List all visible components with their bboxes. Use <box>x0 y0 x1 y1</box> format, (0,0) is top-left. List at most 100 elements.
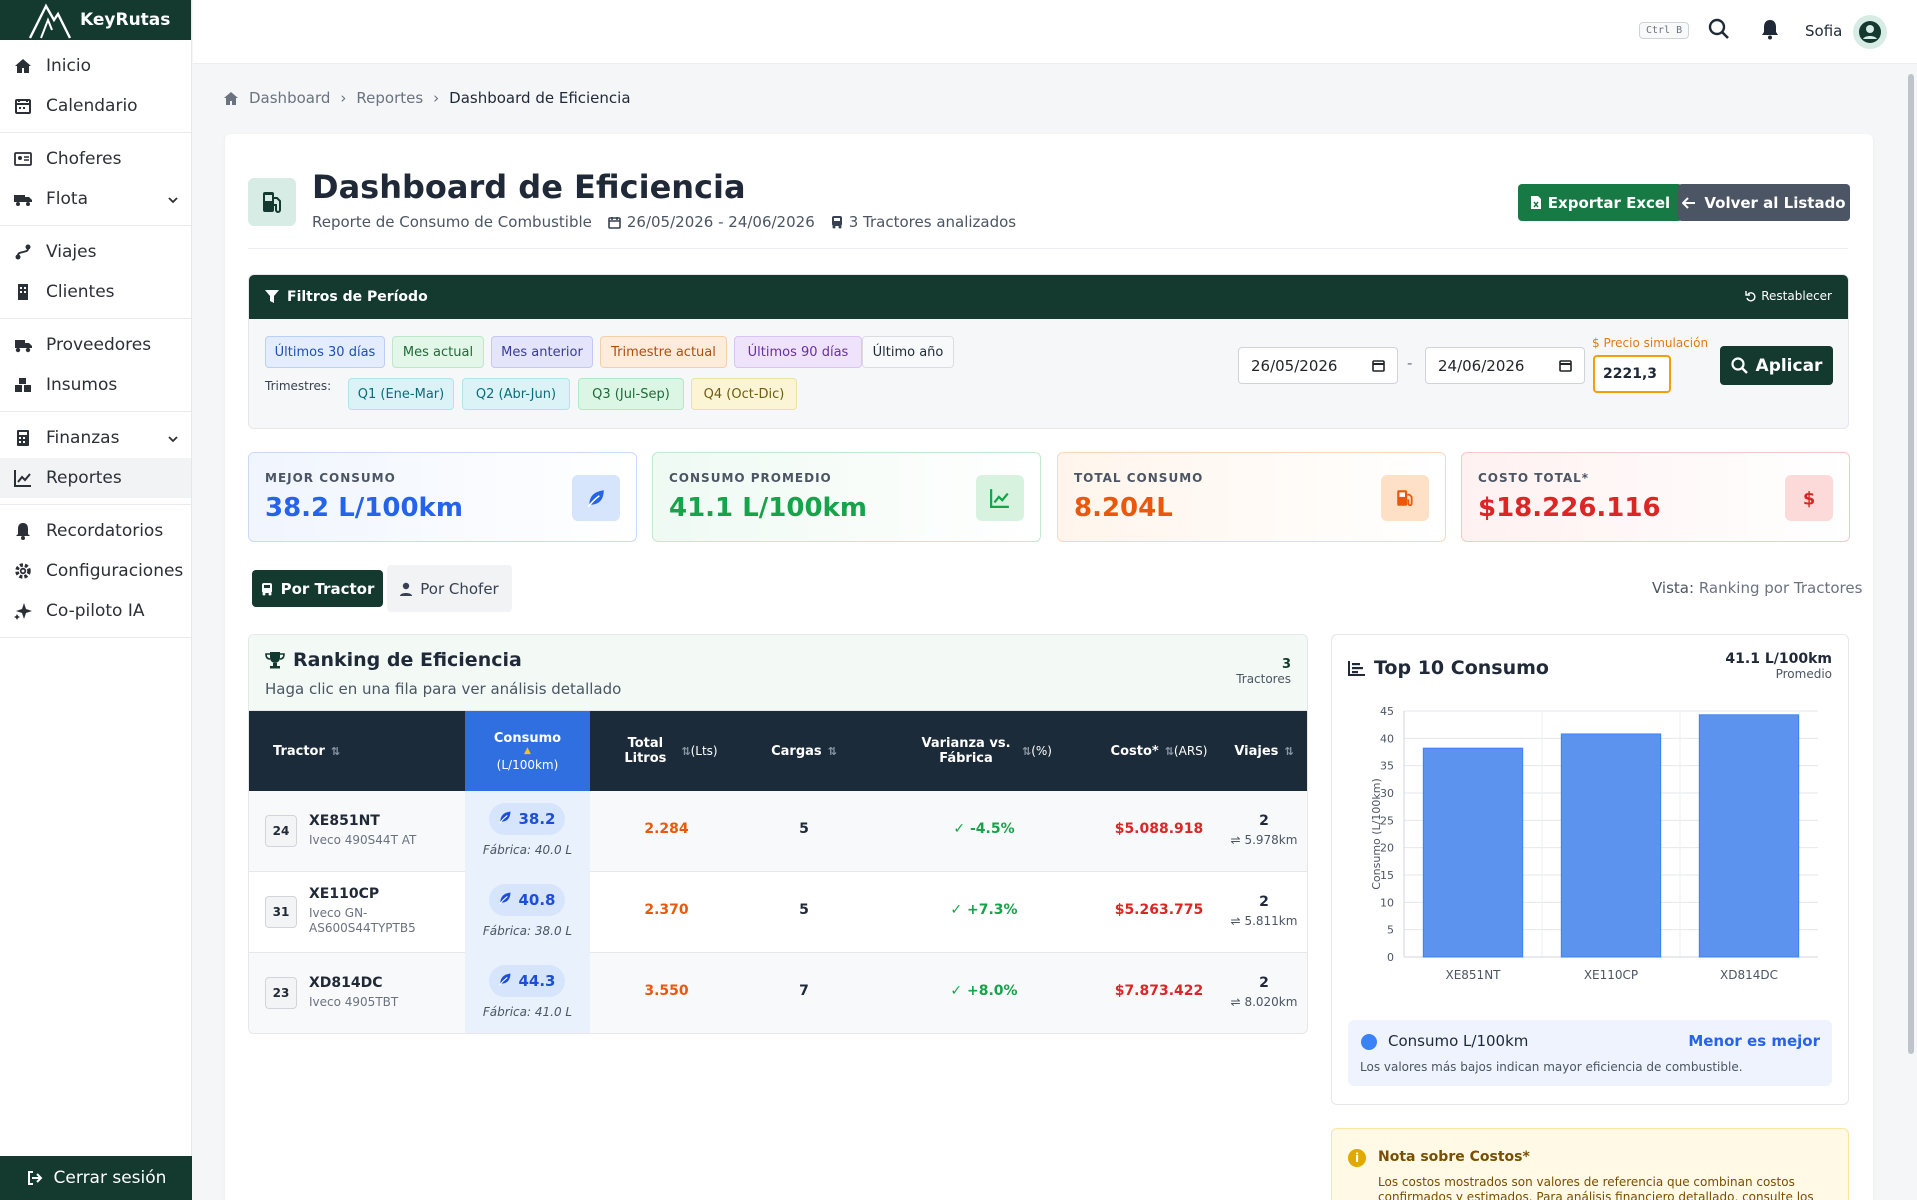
sort-icon: ⇅ <box>827 744 837 758</box>
costo: $5.263.775 <box>1114 902 1204 918</box>
ranking-count-label: Tractores <box>1236 672 1291 686</box>
preset-chip[interactable]: Mes anterior <box>491 336 593 368</box>
kpi-card-consumo-promedio: CONSUMO PROMEDIO 41.1 L/100km <box>652 452 1041 542</box>
km-traveled: ⇌ 5.978km <box>1224 833 1304 847</box>
tractor-number: 24 <box>265 815 297 847</box>
nav-group: Inicio Calendario <box>0 40 191 133</box>
kpi-card-total-consumo: TOTAL CONSUMO 8.204L <box>1057 452 1446 542</box>
y-axis-label: Consumo (L/100km) <box>1370 778 1383 890</box>
logout-button[interactable]: Cerrar sesión <box>0 1156 192 1200</box>
chart-title: Top 10 Consumo <box>1348 657 1549 679</box>
breadcrumb-parent[interactable]: Reportes <box>356 89 423 107</box>
varianza: ✓ -4.5% <box>874 821 1094 837</box>
reset-label: Restablecer <box>1761 289 1832 303</box>
varianza-value: -4.5% <box>969 821 1015 837</box>
arrow-left-icon <box>1682 196 1696 209</box>
calendar-icon <box>608 216 621 229</box>
preset-chip[interactable]: Mes actual <box>392 336 484 368</box>
calculator-icon <box>14 429 32 447</box>
km-traveled: ⇌ 5.811km <box>1224 914 1304 928</box>
scrollbar-thumb[interactable] <box>1908 74 1914 1054</box>
chart-title-text: Top 10 Consumo <box>1374 657 1549 679</box>
nav-group: Finanzas Reportes <box>0 412 191 505</box>
breadcrumb-home[interactable]: Dashboard <box>249 89 330 107</box>
user-name[interactable]: Sofia <box>1805 22 1842 40</box>
table-row[interactable]: 31 XE110CP Iveco GN-AS600S44TYPTB5 40.8 Fábr… <box>249 872 1307 953</box>
page-scrollbar[interactable] <box>1905 64 1917 1200</box>
col-total-litros[interactable]: Total Litros ⇅ (Lts) <box>599 711 734 791</box>
chevron-right-icon: › <box>340 89 347 107</box>
sort-icon: ⇅ <box>1284 744 1294 758</box>
sidebar-item-label: Calendario <box>46 96 138 116</box>
table-row[interactable]: 24 XE851NT Iveco 490S44T AT 38.2 Fábrica: 40… <box>249 791 1307 872</box>
factory-consumption: Fábrica: 38.0 L <box>482 924 573 938</box>
tab-por-tractor[interactable]: Por Tractor <box>252 570 383 607</box>
sidebar-item-clientes[interactable]: Clientes <box>0 272 191 312</box>
col-label: Viajes <box>1234 743 1279 759</box>
preset-chip[interactable]: Últimos 90 días <box>734 336 862 368</box>
user-circle-icon <box>1859 21 1881 43</box>
sparkle-icon <box>14 602 32 620</box>
note-text: Los costos mostrados son valores de refe… <box>1378 1175 1814 1200</box>
sidebar-item-calendario[interactable]: Calendario <box>0 86 191 126</box>
sort-icon: ⇅ <box>681 744 691 758</box>
tractor-number: 31 <box>265 896 297 928</box>
search-icon[interactable] <box>1708 18 1730 44</box>
tractor-number: 23 <box>265 977 297 1009</box>
date-to-value: 24/06/2026 <box>1438 356 1525 375</box>
sidebar-item-co-piloto-ia[interactable]: Co-piloto IA <box>0 591 191 631</box>
sidebar-item-inicio[interactable]: Inicio <box>0 46 191 86</box>
calendar-icon <box>14 97 32 115</box>
avatar[interactable] <box>1853 15 1887 49</box>
sidebar-item-recordatorios[interactable]: Recordatorios <box>0 511 191 551</box>
col-tractor[interactable]: Tractor ⇅ <box>273 711 453 791</box>
col-consumo[interactable]: Consumo ▲ (L/100km) <box>465 711 590 791</box>
sidebar-item-proveedores[interactable]: Proveedores <box>0 325 191 365</box>
preset-chip[interactable]: Trimestre actual <box>600 336 727 368</box>
date-to-input[interactable]: 24/06/2026 <box>1425 347 1585 384</box>
sidebar-item-finanzas[interactable]: Finanzas <box>0 418 191 458</box>
bell-icon[interactable] <box>1760 18 1780 44</box>
col-label: Costo* <box>1110 743 1159 759</box>
date-from-input[interactable]: 26/05/2026 <box>1238 347 1398 384</box>
sidebar-item-flota[interactable]: Flota <box>0 179 191 219</box>
sidebar-item-configuraciones[interactable]: Configuraciones <box>0 551 191 591</box>
apply-filters-button[interactable]: Aplicar <box>1720 346 1833 385</box>
tab-por-chofer[interactable]: Por Chofer <box>387 565 512 612</box>
sidebar-item-label: Co-piloto IA <box>46 601 145 621</box>
quarter-chip[interactable]: Q3 (Jul-Sep) <box>578 378 684 410</box>
sidebar-item-choferes[interactable]: Choferes <box>0 139 191 179</box>
varianza: ✓ +7.3% <box>874 902 1094 918</box>
sidebar-item-insumos[interactable]: Insumos <box>0 365 191 405</box>
price-simulation-input[interactable]: 2221,3 <box>1593 355 1671 393</box>
reset-filters-link[interactable]: Restablecer <box>1745 289 1832 303</box>
sidebar-item-viajes[interactable]: Viajes <box>0 232 191 272</box>
preset-chip[interactable]: Último año <box>862 336 954 368</box>
sidebar-item-label: Recordatorios <box>46 521 164 541</box>
sidebar-item-reportes[interactable]: Reportes <box>0 458 191 498</box>
search-icon <box>1730 357 1748 374</box>
quarter-chip[interactable]: Q2 (Abr-Jun) <box>462 378 570 410</box>
kpi-label: TOTAL CONSUMO <box>1074 471 1204 485</box>
export-excel-button[interactable]: Exportar Excel <box>1518 184 1682 221</box>
x-tick-label: XE110CP <box>1584 968 1638 982</box>
back-to-list-button[interactable]: Volver al Listado <box>1678 184 1850 221</box>
table-row[interactable]: 23 XD814DC Iveco 4905TBT 44.3 Fábrica: 41.0 … <box>249 953 1307 1033</box>
col-cargas[interactable]: Cargas ⇅ <box>759 711 849 791</box>
date-separator: - <box>1407 354 1413 372</box>
km-value: 5.978km <box>1244 833 1298 847</box>
consumo-value: 44.3 <box>518 972 556 990</box>
col-varianza[interactable]: Varianza vs. Fábrica ⇅ (%) <box>874 711 1094 791</box>
kpi-value: 8.204L <box>1074 493 1173 523</box>
boxes-icon <box>14 376 32 394</box>
quarter-chip[interactable]: Q1 (Ene-Mar) <box>348 378 454 410</box>
building-icon <box>14 283 32 301</box>
col-viajes[interactable]: Viajes ⇅ <box>1224 711 1304 791</box>
kpi-label: MEJOR CONSUMO <box>265 471 396 485</box>
file-excel-icon <box>1530 196 1541 209</box>
quarter-chip[interactable]: Q4 (Oct-Dic) <box>691 378 797 410</box>
sidebar-item-label: Reportes <box>46 468 122 488</box>
brand[interactable]: KeyRutas <box>0 0 191 40</box>
preset-chip[interactable]: Últimos 30 días <box>265 336 385 368</box>
col-costo[interactable]: Costo* ⇅ (ARS) <box>1094 711 1224 791</box>
